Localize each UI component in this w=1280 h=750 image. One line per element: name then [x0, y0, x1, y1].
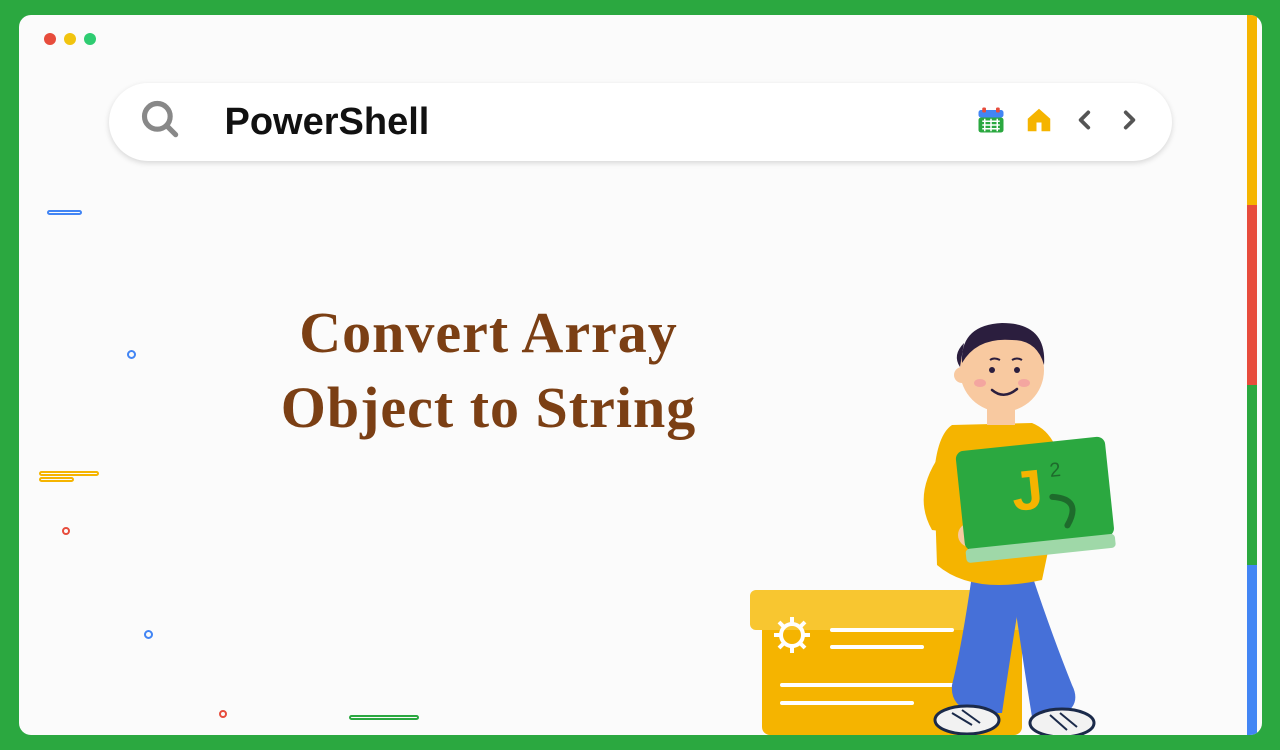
- search-bar[interactable]: PowerShell: [109, 83, 1172, 161]
- chevron-right-icon[interactable]: [1116, 107, 1142, 138]
- maximize-dot[interactable]: [84, 33, 96, 45]
- decor-shape: [39, 471, 99, 476]
- side-stripe-green: [1247, 385, 1257, 565]
- decor-shape: [39, 477, 74, 482]
- search-toolbar: [976, 105, 1142, 140]
- title-line1: Convert Array: [199, 295, 779, 370]
- minimize-dot[interactable]: [64, 33, 76, 45]
- home-icon[interactable]: [1024, 105, 1054, 140]
- decor-shape: [219, 710, 227, 718]
- browser-card: PowerShell: [19, 15, 1262, 735]
- person-illustration: J 2: [712, 285, 1192, 735]
- search-icon: [139, 98, 183, 147]
- page-title: Convert Array Object to String: [199, 295, 779, 446]
- side-stripe-red: [1247, 205, 1257, 385]
- decor-shape: [144, 630, 153, 639]
- window-controls: [44, 33, 96, 45]
- side-stripe-yellow: [1247, 15, 1257, 205]
- decor-shape: [127, 350, 136, 359]
- calendar-icon[interactable]: [976, 105, 1006, 140]
- chevron-left-icon[interactable]: [1072, 107, 1098, 138]
- decor-shape: [349, 715, 419, 720]
- laptop-logo: J: [1008, 457, 1046, 523]
- search-query: PowerShell: [225, 101, 976, 144]
- side-stripe-blue: [1247, 565, 1257, 735]
- close-dot[interactable]: [44, 33, 56, 45]
- svg-text:2: 2: [1048, 459, 1061, 482]
- decor-shape: [62, 527, 70, 535]
- decor-shape: [47, 210, 82, 215]
- title-line2: Object to String: [199, 370, 779, 445]
